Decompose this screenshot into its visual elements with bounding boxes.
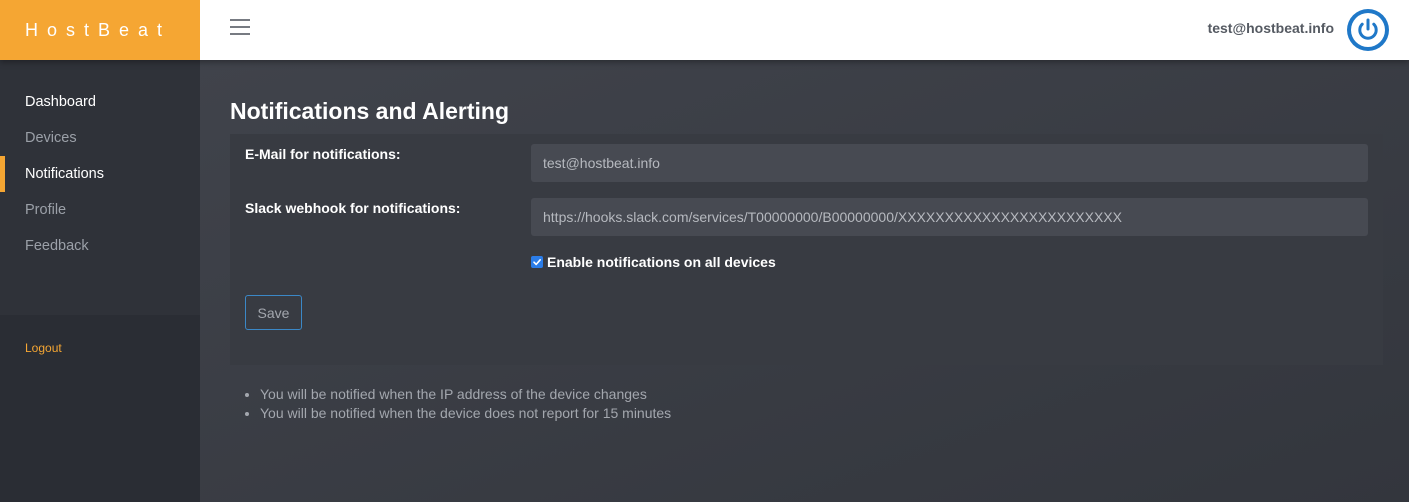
sidebar-item-devices[interactable]: Devices: [0, 120, 200, 156]
sidebar-item-dashboard[interactable]: Dashboard: [0, 84, 200, 120]
user-email: test@hostbeat.info: [1207, 20, 1334, 36]
email-field-label: E-Mail for notifications:: [245, 146, 401, 162]
logout-link[interactable]: Logout: [25, 341, 62, 355]
list-item: You will be notified when the device doe…: [260, 404, 671, 423]
notification-settings-card: E-Mail for notifications: Slack webhook …: [230, 134, 1383, 365]
power-icon[interactable]: [1347, 9, 1389, 51]
sidebar-item-notifications[interactable]: Notifications: [0, 156, 200, 192]
page-title: Notifications and Alerting: [230, 98, 509, 124]
list-item: You will be notified when the IP address…: [260, 385, 671, 404]
hamburger-menu-icon[interactable]: [230, 19, 250, 35]
enable-all-row: Enable notifications on all devices: [531, 254, 776, 270]
sidebar-item-feedback[interactable]: Feedback: [0, 228, 200, 264]
main-content: Notifications and Alerting E-Mail for no…: [200, 60, 1409, 502]
top-bar: HostBeat test@hostbeat.info: [0, 0, 1409, 60]
sidebar-item-profile[interactable]: Profile: [0, 192, 200, 228]
enable-all-checkbox[interactable]: [531, 256, 543, 268]
sidebar: Dashboard Devices Notifications Profile …: [0, 60, 200, 502]
enable-all-label[interactable]: Enable notifications on all devices: [547, 254, 776, 270]
notes-list: You will be notified when the IP address…: [230, 385, 671, 423]
brand-logo[interactable]: HostBeat: [0, 0, 200, 60]
slack-webhook-field[interactable]: [531, 198, 1368, 236]
save-button[interactable]: Save: [245, 295, 302, 330]
email-field[interactable]: [531, 144, 1368, 182]
slack-webhook-label: Slack webhook for notifications:: [245, 200, 461, 216]
sidebar-nav: Dashboard Devices Notifications Profile …: [0, 60, 200, 315]
